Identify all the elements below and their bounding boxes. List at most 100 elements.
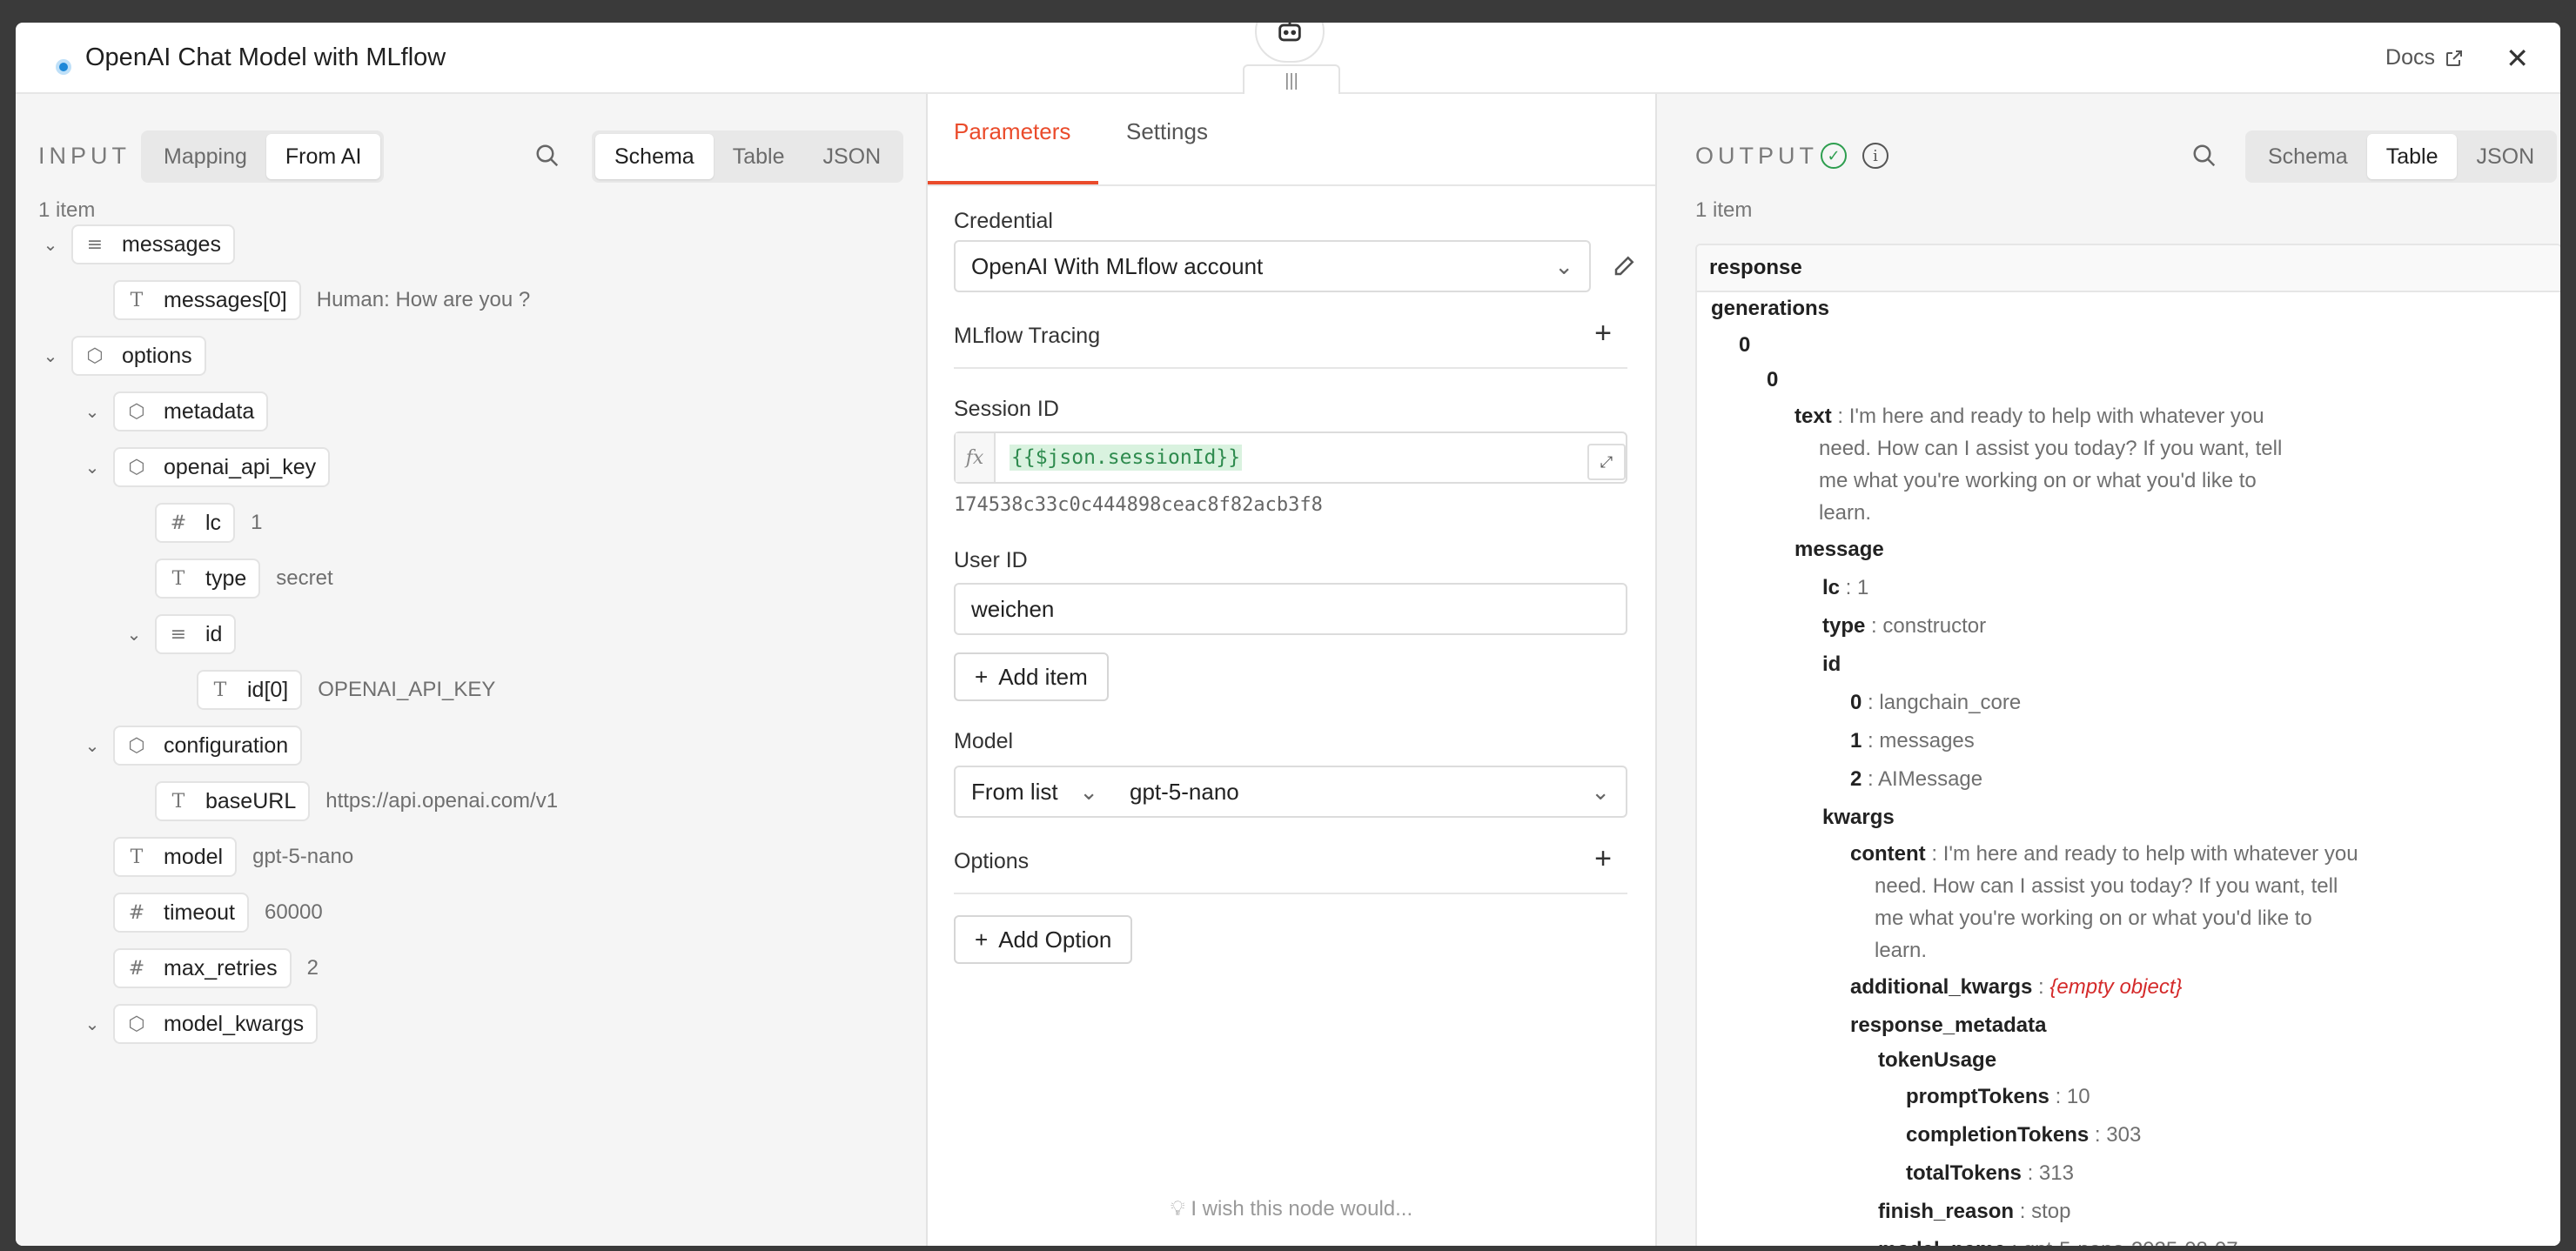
tree-row: Ttype secret [125,559,333,599]
param-tabs: Parameters Settings [928,94,1655,186]
chevron-down-icon[interactable]: ⌄ [42,234,59,256]
model-label: Model [954,729,1014,753]
output-line: me what you're working on or what you'd … [1875,902,2312,934]
edit-credential-icon[interactable] [1612,252,1638,278]
tab-json[interactable]: JSON [2457,134,2553,179]
add-options-icon[interactable]: + [1594,842,1612,876]
schema-field-pill[interactable]: Tmodel [113,837,238,877]
add-option-button[interactable]: + Add Option [954,915,1133,964]
credential-value: OpenAI With MLflow account [971,252,1264,279]
output-key: tokenUsage [1878,1048,1997,1072]
plus-icon: + [975,926,989,953]
output-line: totalTokens : 313 [1906,1161,2074,1185]
chevron-down-icon[interactable]: ⌄ [84,735,101,757]
output-line: lc : 1 [1822,576,1869,599]
tab-mapping[interactable]: Mapping [144,134,266,179]
external-link-icon [2446,50,2462,66]
tab-settings[interactable]: Settings [1126,118,1208,145]
output-value: I'm here and ready to help with whatever… [1848,405,2264,428]
chevron-down-icon[interactable]: ⌄ [84,1014,101,1035]
schema-field-pill[interactable]: ⬡ configuration [113,726,303,766]
model-select[interactable]: gpt-5-nano ⌄ [1114,766,1627,818]
docs-link[interactable]: Docs [2385,45,2465,70]
tab-table[interactable]: Table [714,134,804,179]
chevron-down-icon[interactable]: ⌄ [125,624,143,646]
model-mode-select[interactable]: From list ⌄ [954,766,1116,818]
close-icon[interactable]: ✕ [2506,42,2529,75]
output-value: me what you're working on or what you'd … [1819,469,2257,492]
add-item-button[interactable]: + Add item [954,652,1109,701]
column-header: response [1697,245,2560,292]
schema-field-pill[interactable]: TbaseURL [155,781,311,821]
schema-field-pill[interactable]: Tmessages[0] [113,280,301,320]
schema-field-pill[interactable]: ⬡ model_kwargs [113,1004,319,1044]
expand-editor-icon[interactable]: ⤢ [1587,444,1626,480]
field-key: model_kwargs [164,1011,305,1036]
output-key: 1 [1850,729,1862,753]
output-value: 10 [2066,1085,2090,1108]
field-key: configuration [164,733,289,758]
output-value: stop [2031,1200,2071,1223]
output-key: 0 [1739,333,1751,357]
credential-select[interactable]: OpenAI With MLflow account ⌄ [954,240,1591,292]
tab-schema[interactable]: Schema [2249,134,2367,179]
schema-field-pill[interactable]: # timeout [113,893,249,933]
field-key: messages [122,231,221,257]
schema-field-pill[interactable]: ≡ id [155,614,237,654]
text-type-icon: T [130,289,144,311]
schema-field-pill[interactable]: ≡ messages [71,224,235,264]
tree-row: ⌄ ≡ messages [42,224,235,264]
chevron-down-icon[interactable]: ⌄ [42,345,59,367]
add-tracing-icon[interactable]: + [1594,317,1612,351]
schema-field-pill[interactable]: ⬡ openai_api_key [113,447,331,487]
session-id-expression-field[interactable]: fx {{$json.sessionId}} ⤢ [954,431,1627,484]
output-value: I'm here and ready to help with whatever… [1942,842,2358,866]
field-value: https://api.openai.com/v1 [325,789,559,813]
output-value: langchain_core [1879,691,2022,714]
output-value: 1 [1857,576,1869,599]
output-line: 0 [1739,329,1750,361]
schema-field-pill[interactable]: ⬡ options [71,336,206,376]
output-view-toggle: Schema Table JSON [2245,130,2558,183]
field-key: metadata [164,398,255,424]
output-line: promptTokens : 10 [1906,1085,2090,1108]
tab-table[interactable]: Table [2366,134,2458,179]
output-label: OUTPUT [1695,143,1818,169]
panel-drag-handle[interactable]: ||| [1243,64,1340,96]
node-title[interactable]: OpenAI Chat Model with MLflow [85,43,446,72]
output-value: constructor [1882,614,1987,638]
feedback-link[interactable]: 💡︎ I wish this node would... [928,1197,1655,1221]
schema-field-pill[interactable]: ⬡ metadata [113,391,269,431]
field-key: id [205,621,223,646]
output-key: 0 [1767,368,1779,391]
tab-parameters[interactable]: Parameters [954,118,1070,145]
options-label: Options [954,849,1030,873]
feedback-label: I wish this node would... [1191,1197,1413,1221]
schema-field-pill[interactable]: Ttype [155,559,261,599]
search-icon[interactable] [2191,143,2217,169]
schema-field-pill[interactable]: Tid[0] [197,670,303,710]
parameters-panel: Parameters Settings Credential OpenAI Wi… [926,94,1657,1246]
tab-from-ai[interactable]: From AI [265,134,381,179]
tab-schema[interactable]: Schema [595,134,714,179]
user-id-input[interactable]: weichen [954,583,1627,635]
plus-icon: + [975,663,989,690]
output-line: need. How can I assist you today? If you… [1875,870,2338,902]
output-value: messages [1879,729,1975,753]
search-icon[interactable] [534,143,560,169]
divider [954,893,1627,894]
session-id-resolved: 174538c33c0c444898ceac8f82acb3f8 [954,494,1323,516]
tab-json[interactable]: JSON [803,134,900,179]
info-icon[interactable]: i [1862,143,1888,169]
output-key: id [1822,652,1841,676]
output-key: model_name [1878,1238,2006,1246]
output-line: learn. [1819,497,1871,529]
chevron-down-icon[interactable]: ⌄ [84,457,101,478]
field-key: timeout [164,900,235,925]
field-key: max_retries [164,955,278,980]
chevron-down-icon[interactable]: ⌄ [84,401,101,423]
schema-field-pill[interactable]: # lc [155,503,236,543]
schema-field-pill[interactable]: # max_retries [113,948,292,988]
model-value: gpt-5-nano [1130,778,1239,805]
output-line: completionTokens : 303 [1906,1123,2142,1147]
